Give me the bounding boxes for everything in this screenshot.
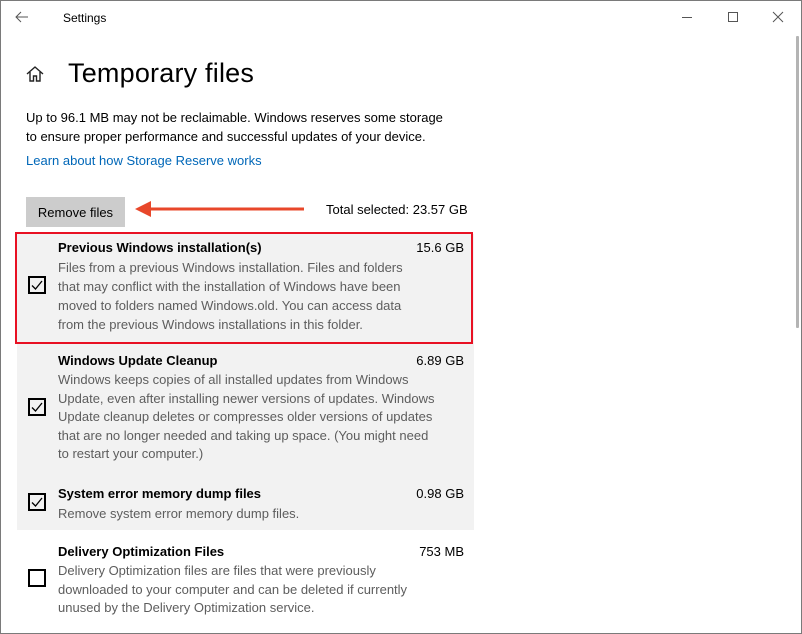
desc-line: Update cleanup deletes or compresses old… xyxy=(58,409,433,424)
desc-line: Files from a previous Windows installati… xyxy=(58,260,403,275)
window-title: Settings xyxy=(63,11,107,25)
desc-line: unused by the Delivery Optimization serv… xyxy=(58,600,315,615)
item-size: 15.6 GB xyxy=(416,240,464,255)
checkmark-icon xyxy=(31,497,43,507)
minimize-icon[interactable] xyxy=(677,7,697,27)
checkbox-checked[interactable] xyxy=(28,276,46,294)
desc-line: Delivery Optimization files are files th… xyxy=(58,563,376,578)
storage-reserve-info: Up to 96.1 MB may not be reclaimable. Wi… xyxy=(26,108,486,146)
title-bar: Settings xyxy=(1,1,801,34)
item-description: Files from a previous Windows installati… xyxy=(58,258,464,334)
desc-line: from the previous Windows installations … xyxy=(58,317,363,332)
list-item-delivery-optimization[interactable]: Delivery Optimization Files 753 MB Deliv… xyxy=(17,530,474,630)
checkbox-checked[interactable] xyxy=(28,493,46,511)
desc-line: downloaded to your computer and can be d… xyxy=(58,581,408,597)
red-arrow-annotation xyxy=(131,199,306,219)
item-name: Delivery Optimization Files xyxy=(58,544,225,559)
total-selected: Total selected: 23.57 GB xyxy=(326,202,468,217)
item-size: 753 MB xyxy=(419,544,464,559)
desc-line: Remove system error memory dump files. xyxy=(58,506,300,521)
checkmark-icon xyxy=(31,280,43,290)
desc-line: moved to folders named Windows.old. You … xyxy=(58,298,402,313)
item-name: Windows Update Cleanup xyxy=(58,353,218,368)
desc-line: that may conflict with the installation … xyxy=(58,279,401,294)
settings-window: Settings Temporary files Up to 96.1 MB m… xyxy=(0,0,802,634)
desc-line: that are no longer needed and taking up … xyxy=(58,427,429,443)
page-title: Temporary files xyxy=(68,58,255,88)
maximize-icon[interactable] xyxy=(723,7,743,27)
checkmark-icon xyxy=(31,402,43,412)
close-icon[interactable] xyxy=(768,7,788,27)
item-size: 0.98 GB xyxy=(416,486,464,501)
info-line: to ensure proper performance and success… xyxy=(26,129,426,144)
desc-line: Windows keeps copies of all installed up… xyxy=(58,372,409,387)
checkbox-unchecked[interactable] xyxy=(28,569,46,587)
storage-reserve-link[interactable]: Learn about how Storage Reserve works xyxy=(26,153,262,168)
checkbox-checked[interactable] xyxy=(28,398,46,416)
item-description: Delivery Optimization files are files th… xyxy=(58,562,464,618)
item-name: Previous Windows installation(s) xyxy=(58,240,262,255)
info-line: Up to 96.1 MB may not be reclaimable. Wi… xyxy=(26,110,443,125)
list-item-windows-update-cleanup[interactable]: Windows Update Cleanup 6.89 GB Windows k… xyxy=(17,344,474,470)
vertical-scrollbar[interactable] xyxy=(796,36,799,328)
item-name: System error memory dump files xyxy=(58,486,262,501)
list-item-system-error-dump[interactable]: System error memory dump files 0.98 GB R… xyxy=(17,470,474,530)
desc-line: Update, even after installing newer vers… xyxy=(58,390,435,406)
list-item-previous-windows[interactable]: Previous Windows installation(s) 15.6 GB… xyxy=(17,234,474,344)
item-size: 6.89 GB xyxy=(416,353,464,368)
back-arrow-icon[interactable] xyxy=(14,9,30,25)
home-icon[interactable] xyxy=(25,64,45,84)
item-description: Remove system error memory dump files. xyxy=(58,504,464,523)
remove-files-button[interactable]: Remove files xyxy=(26,197,125,227)
desc-line: to restart your computer.) xyxy=(58,446,204,461)
item-description: Windows keeps copies of all installed up… xyxy=(58,371,464,464)
